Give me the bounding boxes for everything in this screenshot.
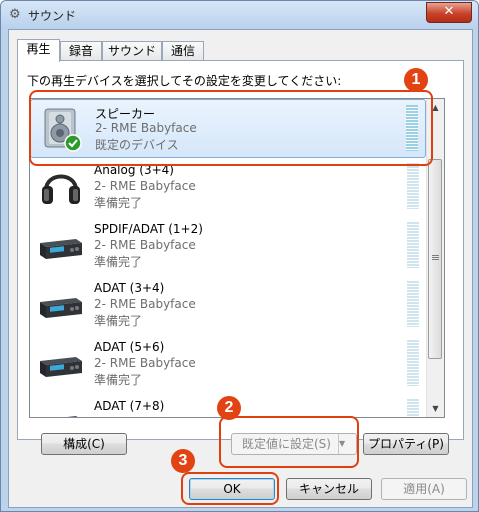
tab-communications[interactable]: 通信: [162, 41, 204, 61]
configure-button[interactable]: 構成(C): [41, 433, 127, 455]
grip-icon: [432, 255, 439, 261]
tab-sounds[interactable]: サウンド: [102, 41, 162, 61]
audio-device-icon: [38, 282, 84, 328]
annotation-box-3: [181, 472, 279, 505]
audio-device-icon: [38, 223, 84, 269]
level-meter: [407, 163, 419, 209]
annotation-box-2: [219, 416, 359, 468]
device-name: ADAT (7+8): [94, 399, 165, 413]
device-driver: 2- RME Babyface: [94, 179, 196, 193]
device-item-analog-3-4[interactable]: Analog (3+4) 2- RME Babyface 準備完了: [30, 158, 426, 217]
device-driver: 2- RME Babyface: [94, 297, 196, 311]
annotation-badge-2: 2: [217, 396, 241, 420]
level-meter: [407, 281, 419, 327]
tab-playback[interactable]: 再生: [17, 39, 60, 62]
device-status: 準備完了: [94, 255, 143, 269]
scrollbar-thumb[interactable]: [428, 159, 442, 359]
annotation-badge-3: 3: [171, 449, 195, 473]
device-status: 準備完了: [94, 373, 143, 387]
tab-recording[interactable]: 録音: [60, 41, 102, 61]
sound-dialog: ⚙ サウンド ✕ 再生 録音 サウンド 通信 下の再生デバイスを選択してその設定…: [0, 0, 479, 512]
headphones-icon: [38, 164, 84, 210]
device-status: 準備完了: [94, 314, 143, 328]
window-title: サウンド: [28, 9, 77, 23]
audio-device-icon: [38, 400, 84, 417]
annotation-box-1: [29, 90, 433, 166]
device-item-spdif-adat-1-2[interactable]: SPDIF/ADAT (1+2) 2- RME Babyface 準備完了: [30, 217, 426, 276]
level-meter: [407, 222, 419, 268]
device-status: 準備完了: [94, 196, 143, 210]
annotation-badge-1: 1: [404, 68, 428, 92]
properties-button[interactable]: プロパティ(P): [363, 433, 449, 455]
device-name: ADAT (5+6): [94, 340, 165, 354]
device-name: ADAT (3+4): [94, 281, 165, 295]
apply-button[interactable]: 適用(A): [381, 478, 467, 500]
level-meter: [407, 340, 419, 386]
level-meter: [407, 399, 419, 417]
device-item-adat-5-6[interactable]: ADAT (5+6) 2- RME Babyface 準備完了: [30, 335, 426, 394]
device-driver: 2- RME Babyface: [94, 238, 196, 252]
sound-app-icon: ⚙: [9, 7, 21, 22]
close-button[interactable]: ✕: [426, 2, 472, 23]
device-driver: 2- RME Babyface: [94, 356, 196, 370]
device-name: SPDIF/ADAT (1+2): [94, 222, 203, 236]
cancel-button[interactable]: キャンセル: [286, 478, 372, 500]
audio-device-icon: [38, 341, 84, 387]
device-item-adat-3-4[interactable]: ADAT (3+4) 2- RME Babyface 準備完了: [30, 276, 426, 335]
scroll-down-icon[interactable]: ▼: [427, 400, 444, 417]
title-bar[interactable]: ⚙ サウンド ✕: [1, 1, 478, 29]
instruction-text: 下の再生デバイスを選択してその設定を変更してください:: [27, 74, 342, 88]
